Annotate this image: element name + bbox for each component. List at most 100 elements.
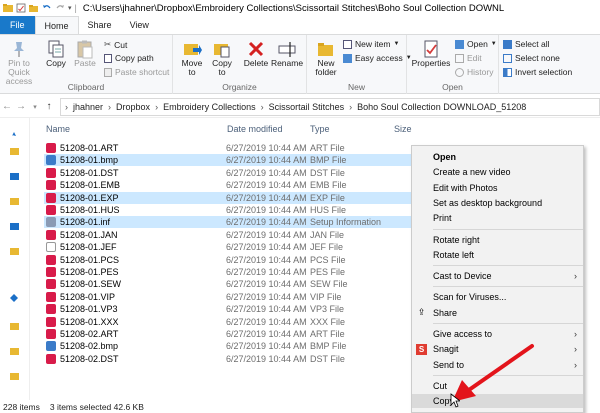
copy-to-button[interactable]: Copy to xyxy=(209,39,235,77)
copy-button[interactable]: Copy xyxy=(44,39,68,68)
paste-label: Paste xyxy=(74,58,96,68)
folder-icon xyxy=(3,4,13,12)
file-name: 51208-01.JEF xyxy=(60,242,117,253)
cut-button[interactable]: ✂ Cut xyxy=(104,39,127,50)
embroidery-file-icon xyxy=(46,180,56,191)
breadcrumb-item[interactable]: jhahner xyxy=(73,102,103,112)
table-row[interactable]: 51208-01.EMB 6/27/2019 10:44 AM EMB File xyxy=(44,179,414,191)
tab-home[interactable]: Home xyxy=(34,16,79,34)
menu-item-edit-with-photos[interactable]: Edit with Photos xyxy=(412,181,583,195)
copy-path-button[interactable]: Copy path xyxy=(104,53,154,63)
embroidery-file-icon xyxy=(46,254,56,265)
file-date: 6/27/2019 10:44 AM xyxy=(226,205,307,215)
title-bar: ▾ | C:\Users\jhahner\Dropbox\Embroidery … xyxy=(0,0,600,16)
file-date: 6/27/2019 10:44 AM xyxy=(226,167,307,178)
select-all-button[interactable]: Select all xyxy=(503,39,550,49)
back-arrow-icon[interactable]: ← xyxy=(0,101,14,112)
column-size[interactable]: Size xyxy=(394,124,412,134)
breadcrumb-item[interactable]: Scissortail Stitches xyxy=(269,102,345,112)
open-button[interactable]: Open ▼ xyxy=(455,39,497,49)
paste-button[interactable]: Paste xyxy=(72,39,98,68)
column-type[interactable]: Type xyxy=(310,124,330,134)
submenu-chevron-icon: › xyxy=(574,329,577,339)
address-box[interactable]: › jhahner › Dropbox › Embroidery Collect… xyxy=(60,97,600,116)
breadcrumb-item[interactable]: Embroidery Collections xyxy=(163,102,256,112)
menu-item-label: Rotate right xyxy=(433,234,480,245)
customize-chevron-icon[interactable]: ▾ xyxy=(68,4,72,12)
menu-item-rotate-left[interactable]: Rotate left xyxy=(412,248,583,262)
file-type: DST File xyxy=(310,167,345,178)
invert-selection-button[interactable]: Invert selection xyxy=(503,67,572,77)
paste-icon xyxy=(77,40,93,59)
file-name: 51208-01.VP3 xyxy=(60,304,118,315)
column-date-modified[interactable]: Date modified xyxy=(227,124,283,134)
column-name[interactable]: Name xyxy=(46,124,70,134)
menu-item-rotate-right[interactable]: Rotate right xyxy=(412,233,583,247)
table-row[interactable]: 51208-01.DST 6/27/2019 10:44 AM DST File xyxy=(44,167,414,179)
menu-item-open[interactable]: Open xyxy=(412,150,583,164)
table-row[interactable]: 51208-02.ART 6/27/2019 10:44 AM ART File xyxy=(44,328,414,340)
table-row[interactable]: 51208-01.ART 6/27/2019 10:44 AM ART File xyxy=(44,142,414,154)
new-folder-icon[interactable] xyxy=(29,3,39,13)
navigation-pane[interactable] xyxy=(0,118,30,400)
menu-item-give-access-to[interactable]: Give access to › xyxy=(412,327,583,341)
table-row[interactable]: 51208-01.VP3 6/27/2019 10:44 AM VP3 File xyxy=(44,303,414,315)
copy-path-icon xyxy=(104,53,112,63)
menu-item-create-a-new-video[interactable]: Create a new video xyxy=(412,165,583,179)
blank-file-icon xyxy=(46,242,56,253)
paste-shortcut-icon xyxy=(104,67,112,77)
rename-button[interactable]: Rename xyxy=(271,39,303,68)
history-label: History xyxy=(467,67,494,77)
tab-share[interactable]: Share xyxy=(79,16,121,34)
breadcrumb-item[interactable]: Dropbox xyxy=(116,102,150,112)
new-item-button[interactable]: New item ▼ xyxy=(343,39,399,49)
table-row[interactable]: 51208-01.JAN 6/27/2019 10:44 AM JAN File xyxy=(44,229,414,241)
select-none-button[interactable]: Select none xyxy=(503,53,560,63)
file-type: PCS File xyxy=(310,254,346,265)
tab-file[interactable]: File xyxy=(0,16,35,34)
properties-button[interactable]: Properties xyxy=(411,39,451,68)
file-date: 6/27/2019 10:44 AM xyxy=(226,192,307,203)
table-row[interactable]: 51208-01.bmp 6/27/2019 10:44 AM BMP File xyxy=(44,154,414,167)
up-arrow-icon[interactable]: ↑ xyxy=(42,101,56,112)
move-to-button[interactable]: Move to xyxy=(179,39,205,77)
embroidery-file-icon xyxy=(46,316,56,327)
table-row[interactable]: 51208-01.PCS 6/27/2019 10:44 AM PCS File xyxy=(44,254,414,266)
properties-icon[interactable] xyxy=(16,3,26,13)
edit-button[interactable]: Edit xyxy=(455,53,482,63)
table-row[interactable]: 51208-02.bmp 6/27/2019 10:44 AM BMP File xyxy=(44,340,414,352)
menu-item-scan-for-viruses[interactable]: Scan for Viruses... xyxy=(412,290,583,304)
table-row[interactable]: 51208-01.JEF 6/27/2019 10:44 AM JEF File xyxy=(44,241,414,253)
menu-item-print[interactable]: Print xyxy=(412,211,583,225)
file-type: ART File xyxy=(310,143,345,153)
menu-item-share[interactable]: ⇪ Share xyxy=(412,306,583,320)
paste-shortcut-button[interactable]: Paste shortcut xyxy=(104,67,169,77)
recent-chevron-icon[interactable]: ▾ xyxy=(28,103,42,111)
table-row[interactable]: 51208-01.inf 6/27/2019 10:44 AM Setup Info… xyxy=(44,216,414,229)
redo-icon[interactable] xyxy=(55,3,65,13)
file-type: BMP File xyxy=(310,155,347,166)
table-row[interactable]: 51208-01.VIP 6/27/2019 10:44 AM VIP File xyxy=(44,291,414,303)
delete-button[interactable]: Delete xyxy=(243,39,269,68)
table-row[interactable]: 51208-01.EXP 6/27/2019 10:44 AM EXP File xyxy=(44,191,414,204)
table-row[interactable]: 51208-01.PES 6/27/2019 10:44 AM PES File xyxy=(44,266,414,278)
breadcrumb-item[interactable]: Boho Soul Collection DOWNLOAD_51208 xyxy=(357,102,526,112)
embroidery-file-icon xyxy=(46,279,56,290)
undo-icon[interactable] xyxy=(42,3,52,13)
file-date: 6/27/2019 10:44 AM xyxy=(226,254,307,265)
history-button[interactable]: History xyxy=(455,67,493,77)
table-row[interactable]: 51208-02.DST 6/27/2019 10:44 AM DST File xyxy=(44,353,414,365)
new-folder-button[interactable]: New folder xyxy=(311,39,341,77)
tab-view[interactable]: View xyxy=(121,16,158,34)
menu-item-set-as-desktop-background[interactable]: Set as desktop background xyxy=(412,196,583,210)
pin-quick-access-button[interactable]: Pin to Quick access xyxy=(0,39,40,86)
bitmap-file-icon xyxy=(46,341,56,352)
table-row[interactable]: 51208-01.SEW 6/27/2019 10:44 AM SEW File xyxy=(44,278,414,290)
table-row[interactable]: 51208-01.XXX 6/27/2019 10:44 AM XXX File xyxy=(44,316,414,328)
file-name: 51208-01.JAN xyxy=(60,229,118,240)
easy-access-button[interactable]: Easy access ▼ xyxy=(343,53,412,63)
menu-item-cast-to-device[interactable]: Cast to Device › xyxy=(412,269,583,283)
file-type: XXX File xyxy=(310,316,346,327)
table-row[interactable]: 51208-01.HUS 6/27/2019 10:44 AM HUS File xyxy=(44,204,414,216)
forward-arrow-icon[interactable]: → xyxy=(14,101,28,112)
